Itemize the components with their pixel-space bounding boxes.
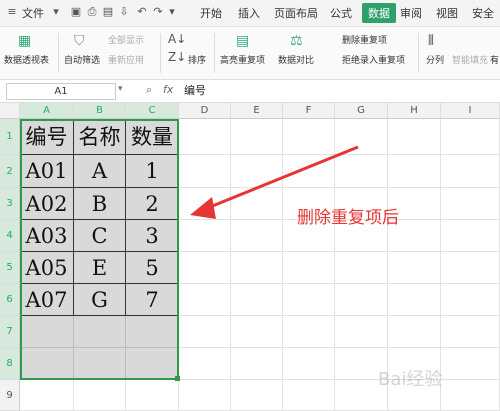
formula-bar: A1 ▾ ⌕ fx 编号 <box>0 80 500 103</box>
tab-page-layout[interactable]: 页面布局 <box>274 5 318 21</box>
print-icon[interactable]: ▤ <box>102 6 114 18</box>
sort-asc-icon[interactable]: A↓ <box>168 31 186 47</box>
undo-icon[interactable]: ↶ <box>136 6 148 18</box>
compare-icon: ⚖ <box>290 33 303 49</box>
tab-insert[interactable]: 插入 <box>238 5 260 21</box>
split-column-icon: ⫴ <box>428 33 434 49</box>
export-icon[interactable]: ⇩ <box>118 6 130 18</box>
watermark-logo: Bai经验 <box>378 369 443 390</box>
chevron-down-icon[interactable]: ▾ <box>50 6 62 18</box>
formula-input[interactable]: 编号 <box>184 83 494 98</box>
smart-fill-button[interactable]: 智能填充 <box>452 53 488 66</box>
zoom-icon[interactable]: ⌕ <box>146 83 152 97</box>
remove-duplicates-button[interactable]: 删除重复项 <box>342 33 387 46</box>
file-menu[interactable]: 文件 <box>22 5 44 21</box>
reject-duplicates-button[interactable]: 拒绝录入重复项 <box>342 53 405 66</box>
tab-security[interactable]: 安全 <box>472 5 494 21</box>
name-box[interactable]: A1 <box>6 83 116 100</box>
pivot-table-button[interactable]: 数据透视表 <box>4 53 49 66</box>
ribbon-more-label[interactable]: 有 <box>490 53 499 66</box>
annotation-text: 删除重复项后 <box>297 208 399 228</box>
pivot-table-icon: ▦ <box>18 33 32 49</box>
sort-button[interactable]: 排序 <box>188 53 206 66</box>
highlight-duplicates-icon: ▤ <box>236 33 250 49</box>
ribbon-data: ▦ 数据透视表 ⛉ 自动筛选 全部显示 重新应用 A↓ Z↓ 排序 ▤ 高亮重复… <box>0 27 500 80</box>
tab-review[interactable]: 审阅 <box>400 5 422 21</box>
data-compare-button[interactable]: 数据对比 <box>278 53 314 66</box>
tab-formulas[interactable]: 公式 <box>330 5 352 21</box>
hamburger-icon[interactable]: ≡ <box>6 6 18 18</box>
tab-data[interactable]: 数据 <box>362 3 396 23</box>
split-column-button[interactable]: 分列 <box>426 53 444 66</box>
save-icon[interactable]: ▣ <box>70 6 82 18</box>
chevron-down-icon[interactable]: ▾ <box>118 84 123 94</box>
menu-bar: ≡ 文件 ▾ ▣ ⎙ ▤ ⇩ ↶ ↷ ▾ 开始 插入 页面布局 公式 数据 审阅… <box>0 0 500 27</box>
redo-icon[interactable]: ↷ <box>152 6 164 18</box>
spreadsheet-grid[interactable]: A B C D E F G H I 1 2 3 4 5 6 7 8 9 编号 名… <box>0 103 500 411</box>
autofilter-button[interactable]: 自动筛选 <box>64 53 100 66</box>
print-preview-icon[interactable]: ⎙ <box>86 6 98 18</box>
filter-icon: ⛉ <box>74 33 85 49</box>
show-all-button[interactable]: 全部显示 <box>108 33 144 46</box>
sort-desc-icon[interactable]: Z↓ <box>168 49 186 65</box>
highlight-duplicates-button[interactable]: 高亮重复项 <box>220 53 265 66</box>
fx-icon[interactable]: fx <box>163 83 173 96</box>
tab-home[interactable]: 开始 <box>200 5 222 21</box>
customize-icon[interactable]: ▾ <box>166 6 178 18</box>
reapply-button[interactable]: 重新应用 <box>108 53 144 66</box>
tab-view[interactable]: 视图 <box>436 5 458 21</box>
